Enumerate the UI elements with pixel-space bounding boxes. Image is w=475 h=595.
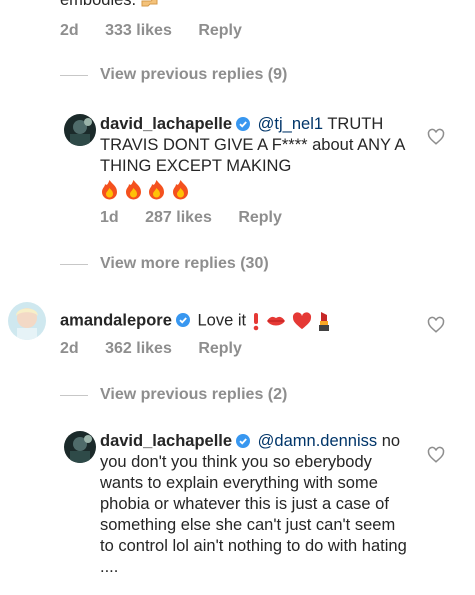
avatar[interactable] bbox=[64, 431, 96, 463]
username-link[interactable]: david_lachapelle bbox=[100, 115, 232, 133]
verified-badge-icon bbox=[236, 434, 251, 448]
username-link[interactable]: amandalepore bbox=[60, 311, 172, 329]
view-replies-label[interactable]: View previous replies (2) bbox=[100, 386, 287, 404]
mention-link[interactable]: @tj_nel1 bbox=[258, 115, 323, 133]
reply-button[interactable]: Reply bbox=[198, 340, 242, 358]
fire-emoji-icon bbox=[149, 180, 165, 200]
comment-body: david_lachapelle @tj_nel1 TRUTH TRAVIS D… bbox=[100, 114, 420, 200]
view-replies-toggle[interactable]: View previous replies (9) bbox=[60, 66, 287, 84]
comment-meta: 1d 287 likes Reply bbox=[100, 209, 304, 227]
fire-emoji-icon bbox=[102, 180, 117, 200]
comment-time: 2d bbox=[60, 340, 79, 357]
fire-emoji-icon bbox=[172, 180, 188, 200]
mention-link[interactable]: @damn.denniss bbox=[258, 432, 377, 450]
username-link[interactable]: david_lachapelle bbox=[100, 432, 232, 450]
top-comment-text: embodies. bbox=[60, 0, 137, 9]
verified-badge-icon bbox=[236, 117, 251, 131]
divider-line bbox=[60, 263, 88, 265]
reply-button[interactable]: Reply bbox=[238, 209, 282, 227]
avatar[interactable] bbox=[8, 302, 46, 340]
comment-text: no you don't you think you so eberybody … bbox=[100, 432, 407, 576]
divider-line bbox=[60, 394, 88, 396]
red-heart-emoji-icon bbox=[292, 312, 311, 330]
view-replies-toggle[interactable]: View more replies (30) bbox=[60, 255, 269, 273]
comment-body: david_lachapelle @damn.denniss no you do… bbox=[100, 431, 410, 578]
fire-emoji-icon bbox=[125, 180, 141, 200]
heart-outline-icon[interactable] bbox=[427, 316, 445, 334]
verified-badge-icon bbox=[175, 313, 190, 328]
avatar[interactable] bbox=[64, 114, 96, 146]
lipstick-emoji-icon bbox=[319, 312, 330, 331]
comment-likes[interactable]: 362 likes bbox=[105, 340, 172, 358]
comment-time: 1d bbox=[100, 209, 119, 226]
reply-button[interactable]: Reply bbox=[198, 22, 242, 40]
exclamation-emoji-icon bbox=[253, 313, 258, 331]
comment-body: amandalepore Love it bbox=[60, 310, 420, 332]
comment-likes[interactable]: 333 likes bbox=[105, 22, 172, 40]
comment-meta: 2d 362 likes Reply bbox=[60, 340, 264, 358]
top-comment-meta: 2d 333 likes Reply bbox=[60, 22, 264, 40]
view-replies-label[interactable]: View previous replies (9) bbox=[100, 66, 287, 84]
fire-emojis bbox=[100, 179, 420, 200]
comment-time: 2d bbox=[60, 22, 79, 39]
heart-outline-icon[interactable] bbox=[427, 446, 445, 464]
pointing-hand-emoji-icon bbox=[141, 0, 158, 7]
view-replies-toggle[interactable]: View previous replies (2) bbox=[60, 386, 287, 404]
comment-text: Love it bbox=[197, 311, 247, 330]
divider-line bbox=[60, 74, 88, 76]
heart-outline-icon[interactable] bbox=[427, 128, 445, 146]
comment-likes[interactable]: 287 likes bbox=[145, 209, 212, 227]
top-comment-partial: embodies. bbox=[60, 0, 159, 10]
view-replies-label[interactable]: View more replies (30) bbox=[100, 255, 269, 273]
kiss-lips-emoji-icon bbox=[267, 316, 286, 326]
